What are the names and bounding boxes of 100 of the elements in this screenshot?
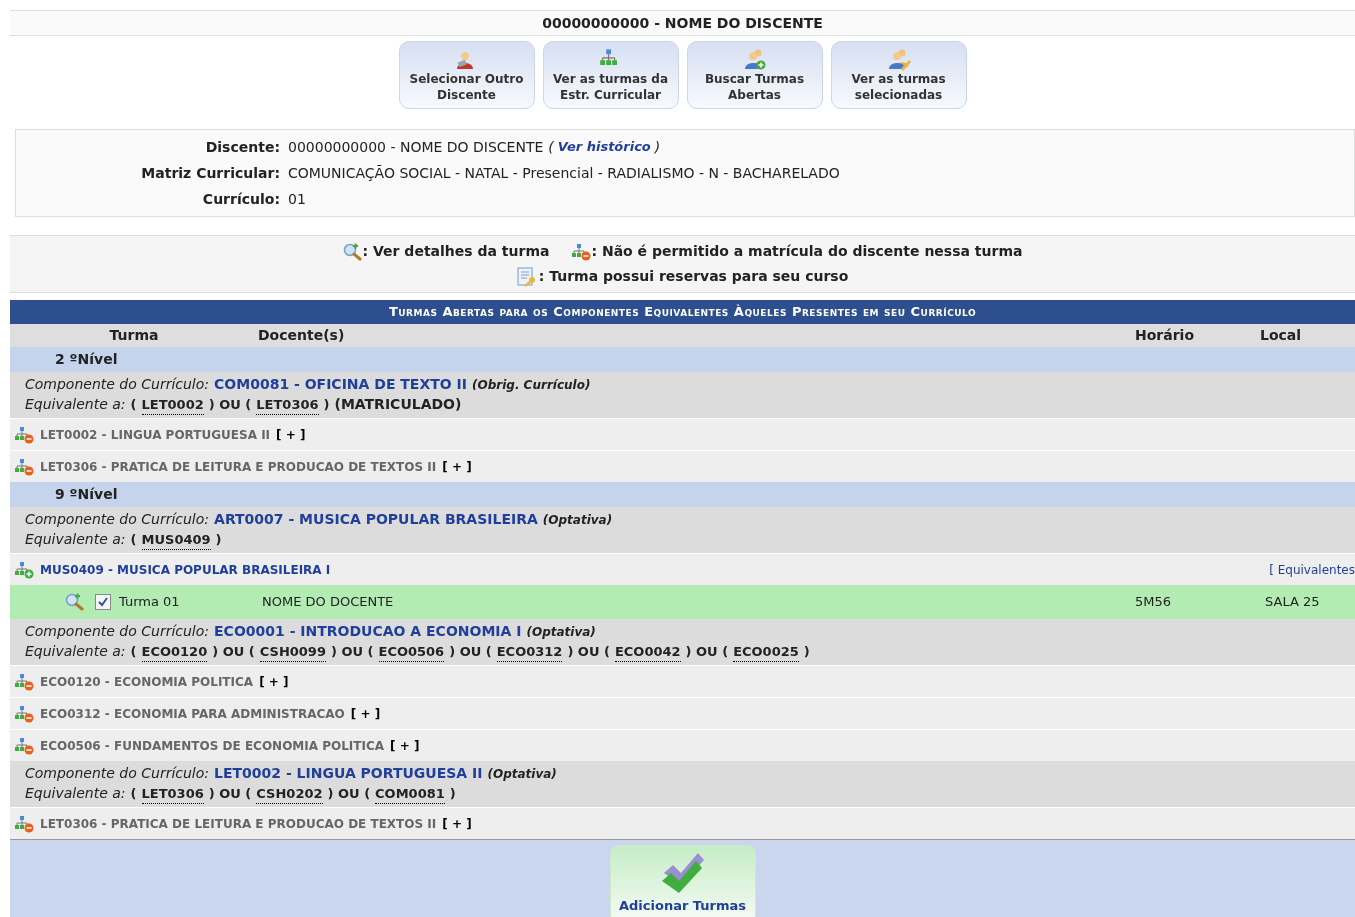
info-label: Discente: xyxy=(204,138,281,157)
equivalence-separator: ) OU ( xyxy=(327,785,371,803)
expand-link[interactable]: [ + ] xyxy=(259,672,289,691)
equivalent-code-link[interactable]: CSH0099 xyxy=(259,642,326,662)
hierarchy-blocked-icon xyxy=(14,735,34,756)
legend-text: : Ver detalhes da turma xyxy=(362,242,550,261)
info-label: Currículo: xyxy=(201,190,281,209)
equivalence-separator: ( xyxy=(130,531,137,549)
student-title: 00000000000 - NOME DO DISCENTE xyxy=(542,13,823,33)
column-header: Local xyxy=(1260,326,1303,345)
column-header: Turma xyxy=(108,326,160,345)
component-name: ECO0001 - INTRODUCAO A ECONOMIA I xyxy=(214,622,522,641)
equivalent-code-link[interactable]: LET0002 xyxy=(141,395,204,415)
component-name: LET0002 - LINGUA PORTUGUESA II xyxy=(214,764,483,783)
history-link[interactable]: Ver histórico xyxy=(557,134,651,160)
equivalence-separator: ) xyxy=(215,531,222,549)
component-type: (Obrig. Currículo) xyxy=(472,377,591,394)
equivalence-separator: ( xyxy=(130,396,137,414)
hierarchy-add-icon xyxy=(14,559,34,580)
equivalent-code-link[interactable]: ECO0025 xyxy=(733,642,799,662)
equivalence-separator: ) xyxy=(323,396,330,414)
equivalence-label: Equivalente a: xyxy=(25,395,126,414)
expand-link[interactable]: [ + ] xyxy=(350,704,381,723)
equivalence-label: Equivalente a: xyxy=(25,530,126,549)
equivalent-code-link[interactable]: COM0081 xyxy=(375,784,445,804)
discipline-name: ECO0312 - ECONOMIA PARA ADMINISTRACAO xyxy=(40,705,345,723)
equivalence-label: Equivalente a: xyxy=(25,784,126,803)
component-type: (Optativa) xyxy=(526,624,596,641)
legend-text: : Turma possui reservas para seu curso xyxy=(538,267,849,286)
discipline-name: MUS0409 - MUSICA POPULAR BRASILEIRA I xyxy=(40,561,331,579)
enrollment-status: (MATRICULADO) xyxy=(334,395,462,414)
equivalence-label: Equivalente a: xyxy=(25,642,126,661)
expand-link[interactable]: [ + ] xyxy=(442,457,472,476)
equivalence-separator: ) xyxy=(449,785,456,803)
table-title: Turmas Abertas para os Componentes Equivalentes Àqueles Presentes em seu Currículo xyxy=(10,300,1355,324)
equivalent-code-link[interactable]: LET0306 xyxy=(256,395,319,415)
level-heading: 2 ºNível xyxy=(55,350,118,369)
action-button[interactable]: Ver as turmas da Estr. Curricular xyxy=(542,41,679,109)
people-add-icon xyxy=(742,47,767,71)
column-header: Horário xyxy=(1135,326,1195,345)
info-value: COMUNICAÇÃO SOCIAL - NATAL - Presencial - RADIALISMO - N - BACHARELADO xyxy=(288,164,840,183)
equivalence-separator: ) OU ( xyxy=(208,785,252,803)
equivalent-code-link[interactable]: CSH0202 xyxy=(256,784,323,804)
discipline-name: ECO0120 - ECONOMIA POLITICA xyxy=(40,673,254,691)
discipline-name: LET0306 - PRATICA DE LEITURA E PRODUCAO DE TEXTOS II xyxy=(40,815,437,833)
hierarchy-blocked-icon xyxy=(14,671,34,692)
discipline-name: LET0306 - PRATICA DE LEITURA E PRODUCAO DE TEXTOS II xyxy=(40,458,437,476)
expand-link[interactable]: [ + ] xyxy=(442,814,472,833)
legend-text: : Não é permitido a matrícula do discente nessa turma xyxy=(591,242,1023,261)
equivalence-separator: ) xyxy=(803,643,810,661)
class-checkbox[interactable] xyxy=(95,594,111,610)
component-type: (Optativa) xyxy=(542,512,613,529)
hierarchy-blocked-icon xyxy=(14,703,34,724)
magnifier-plus-icon[interactable] xyxy=(65,593,85,611)
info-label: Matriz Curricular: xyxy=(140,164,281,183)
component-name: COM0081 - OFICINA DE TEXTO II xyxy=(214,375,467,394)
hierarchy-blocked-icon xyxy=(14,424,34,445)
action-button[interactable]: Selecionar Outro Discente xyxy=(398,41,535,109)
action-button[interactable]: Buscar Turmas Abertas xyxy=(686,41,823,109)
equivalent-code-link[interactable]: ECO0312 xyxy=(496,642,563,662)
equivalence-separator: ) OU ( xyxy=(449,643,492,661)
hierarchy-blocked-icon xyxy=(14,813,34,834)
link-parenthesis: ( xyxy=(548,138,554,157)
expand-link[interactable]: [ + ] xyxy=(276,425,306,444)
equivalence-separator: ) OU ( xyxy=(212,643,255,661)
class-schedule: 5M56 xyxy=(1135,593,1173,612)
class-room: SALA 25 xyxy=(1265,593,1321,612)
hierarchy-blocked-icon xyxy=(571,241,592,262)
add-classes-button[interactable]: Adicionar Turmas xyxy=(609,845,756,917)
equivalence-separator: ( xyxy=(130,785,137,803)
equivalence-separator: ) OU ( xyxy=(567,643,610,661)
teacher-name: NOME DO DOCENTE xyxy=(262,593,395,612)
equivalence-separator: ) OU ( xyxy=(330,643,374,661)
equivalents-link[interactable]: [ Equivalentes xyxy=(1269,560,1355,579)
discipline-name: LET0002 - LINGUA PORTUGUESA II xyxy=(40,426,271,444)
info-value: 00000000000 - NOME DO DISCENTE xyxy=(288,138,544,157)
class-name: Turma 01 xyxy=(118,593,181,612)
equivalence-separator: ) OU ( xyxy=(208,396,252,414)
equivalent-code-link[interactable]: ECO0506 xyxy=(378,642,445,662)
equivalence-separator: ( xyxy=(130,643,137,661)
component-label: Componente do Currículo: xyxy=(25,764,210,783)
component-label: Componente do Currículo: xyxy=(25,622,210,641)
equivalence-separator: ) OU ( xyxy=(685,643,729,661)
component-label: Componente do Currículo: xyxy=(25,510,210,529)
column-header: Docente(s) xyxy=(258,326,346,345)
link-parenthesis: ) xyxy=(654,138,661,157)
action-button[interactable]: Ver as turmas selecionadas xyxy=(830,41,967,109)
expand-link[interactable]: [ + ] xyxy=(390,736,420,755)
info-value: 01 xyxy=(288,190,306,209)
component-label: Componente do Currículo: xyxy=(25,375,210,394)
equivalent-code-link[interactable]: ECO0042 xyxy=(614,642,681,662)
discipline-name: ECO0506 - FUNDAMENTOS DE ECONOMIA POLITICA xyxy=(40,737,385,755)
component-type: (Optativa) xyxy=(487,766,557,783)
people-edit-icon xyxy=(886,47,911,71)
equivalent-code-link[interactable]: LET0306 xyxy=(141,784,204,804)
equivalent-code-link[interactable]: ECO0120 xyxy=(141,642,208,662)
magnifier-plus-icon[interactable] xyxy=(342,242,363,261)
level-heading: 9 ºNível xyxy=(55,485,118,504)
equivalent-code-link[interactable]: MUS0409 xyxy=(141,530,211,550)
hierarchy-blocked-icon xyxy=(14,456,34,477)
